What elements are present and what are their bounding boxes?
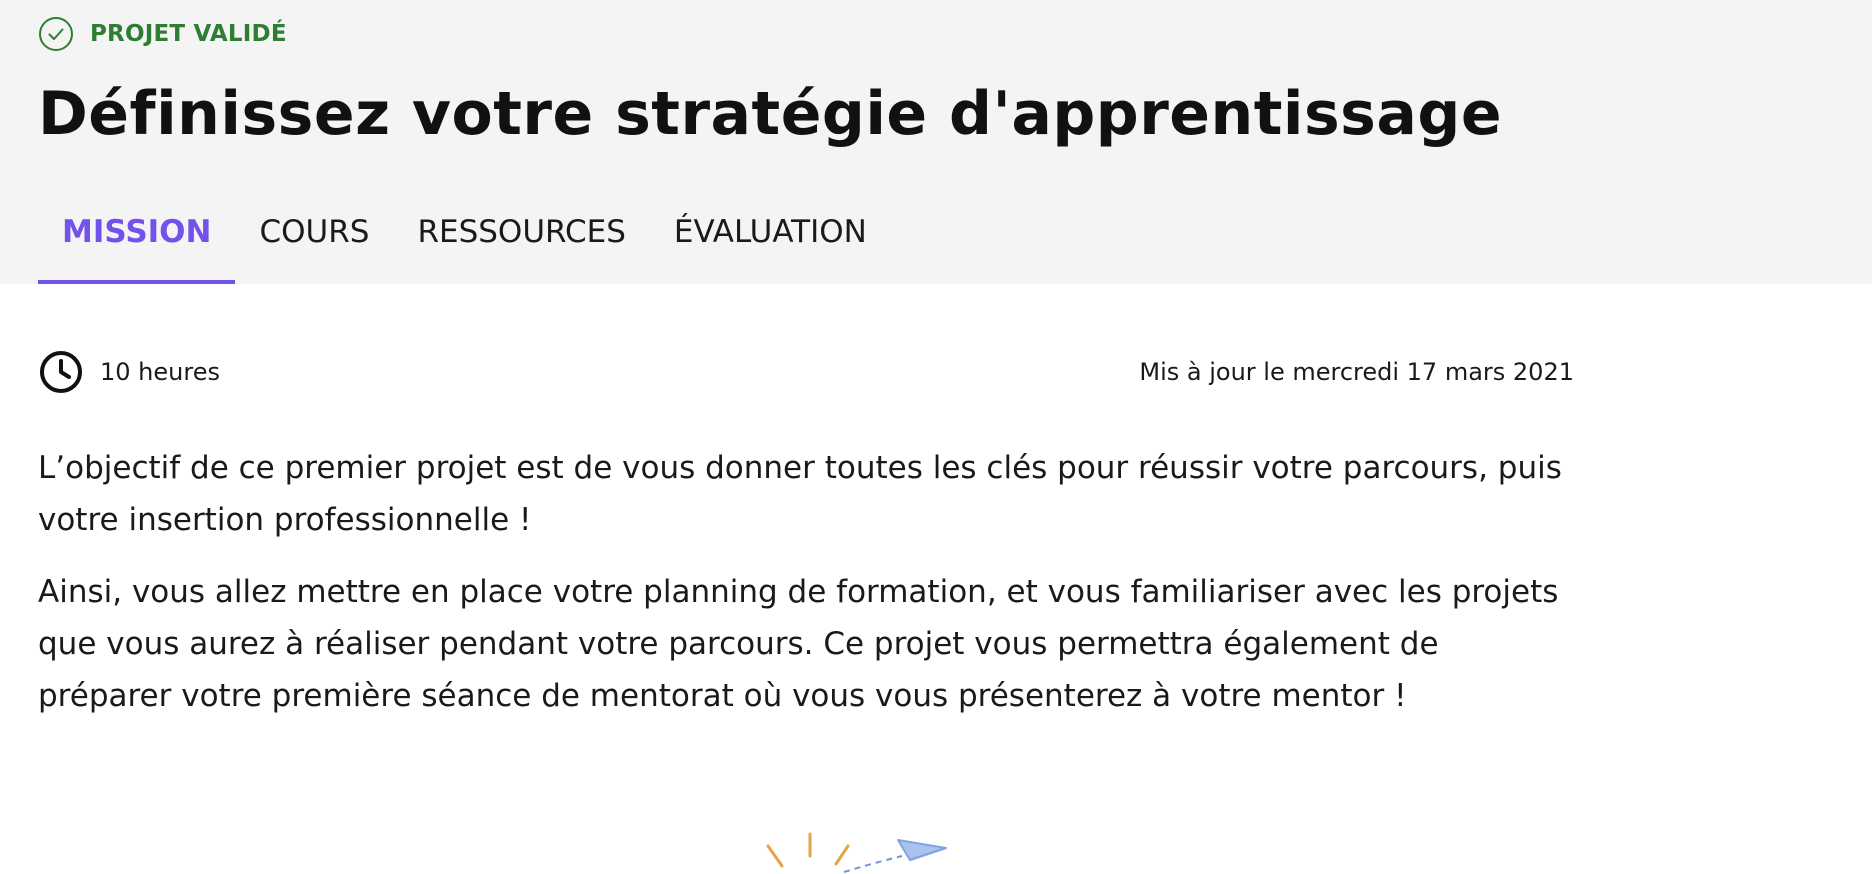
status-label: PROJET VALIDÉ [90, 21, 287, 47]
tab-evaluation[interactable]: ÉVALUATION [650, 196, 891, 284]
page-title: Définissez votre stratégie d'apprentissa… [38, 79, 1503, 149]
project-meta: 10 heures Mis à jour le mercredi 17 mars… [38, 348, 1574, 396]
project-tabs: MISSION COURS RESSOURCES ÉVALUATION [38, 196, 891, 284]
duration: 10 heures [38, 348, 220, 396]
check-circle-icon [39, 17, 73, 51]
paragraph: Ainsi, vous allez mettre en place votre … [38, 574, 1559, 714]
clock-icon [40, 351, 82, 393]
paragraph: L’objectif de ce premier projet est de v… [38, 450, 1562, 538]
project-header: PROJET VALIDÉ Définissez votre stratégie… [0, 0, 1872, 284]
tab-ressources[interactable]: RESSOURCES [393, 196, 649, 284]
updated-date: Mis à jour le mercredi 17 mars 2021 [1139, 358, 1574, 386]
mission-description: L’objectif de ce premier projet est de v… [38, 442, 1578, 742]
duration-text: 10 heures [100, 358, 220, 386]
project-status: PROJET VALIDÉ [38, 16, 287, 52]
tab-mission[interactable]: MISSION [38, 196, 236, 284]
paper-plane-icon [766, 832, 947, 873]
tab-cours[interactable]: COURS [235, 196, 393, 284]
